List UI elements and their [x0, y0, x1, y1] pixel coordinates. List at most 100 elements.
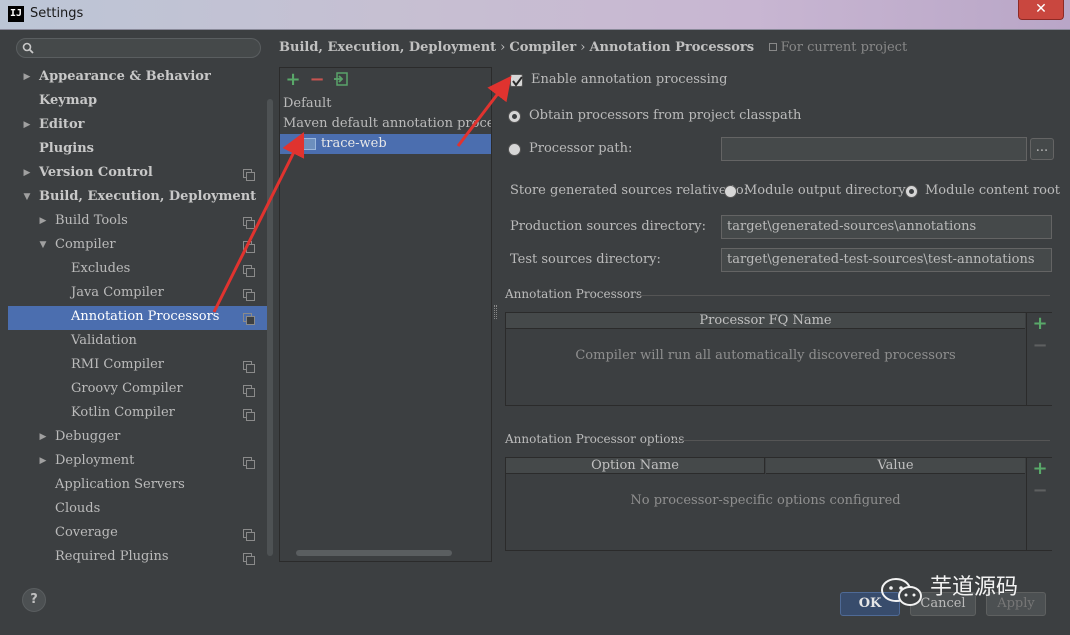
expand-arrow-right-icon[interactable]: ▶ — [22, 114, 32, 136]
option-value-header[interactable]: Value — [766, 458, 1025, 474]
module-content-radio[interactable] — [905, 185, 918, 198]
test-sources-label: Test sources directory: — [510, 252, 661, 267]
sidebar-item-excludes[interactable]: Excludes — [8, 258, 270, 282]
search-input[interactable] — [16, 38, 261, 58]
move-to-profile-button[interactable] — [332, 71, 350, 89]
profiles-horizontal-scrollbar[interactable] — [296, 550, 452, 556]
breadcrumb-build[interactable]: Build, Execution, Deployment — [279, 40, 496, 55]
add-processor-button[interactable]: + — [1027, 313, 1053, 334]
sidebar-item-build-execution-deployment[interactable]: ▼ Build, Execution, Deployment — [8, 186, 270, 210]
sidebar-item-label: Appearance & Behavior — [39, 69, 211, 84]
processor-fq-name-header[interactable]: Processor FQ Name — [506, 313, 1025, 329]
sidebar-item-label: RMI Compiler — [71, 357, 165, 372]
sidebar-item-kotlin-compiler[interactable]: Kotlin Compiler — [8, 402, 270, 426]
title-bar: IJ Settings ✕ — [0, 0, 1070, 30]
scope-label: For current project — [768, 40, 907, 55]
processor-path-field[interactable] — [721, 137, 1027, 161]
sidebar-item-application-servers[interactable]: Application Servers — [8, 474, 270, 498]
module-icon — [302, 138, 316, 150]
window-title: Settings — [30, 6, 84, 21]
sidebar-item-deployment[interactable]: ▶ Deployment — [8, 450, 270, 474]
sidebar-item-label: Compiler — [55, 237, 116, 252]
remove-profile-button[interactable]: − — [308, 71, 326, 89]
profile-item-trace-web[interactable]: trace-web — [280, 134, 491, 154]
profiles-toolbar: + − — [280, 68, 493, 94]
remove-processor-button[interactable]: − — [1027, 335, 1053, 356]
project-settings-icon — [243, 313, 255, 325]
profiles-panel: + − Default Maven default annotation pro… — [279, 67, 492, 562]
project-settings-icon — [243, 265, 255, 277]
options-empty-text: No processor-specific options configured — [630, 493, 901, 508]
add-profile-button[interactable]: + — [284, 71, 302, 89]
sidebar-item-clouds[interactable]: Clouds — [8, 498, 270, 522]
breadcrumb-separator: › — [500, 40, 506, 55]
sidebar-item-label: Build Tools — [55, 213, 128, 228]
profile-item-default[interactable]: Default — [283, 94, 491, 114]
expand-arrow-right-icon[interactable]: ▶ — [22, 66, 32, 88]
project-scope-icon — [768, 43, 777, 51]
obtain-from-classpath-radio[interactable] — [508, 110, 521, 123]
sidebar-item-required-plugins[interactable]: Required Plugins — [8, 546, 270, 570]
browse-button[interactable]: ... — [1030, 138, 1054, 160]
tree-scrollbar[interactable] — [267, 99, 273, 556]
sidebar-item-java-compiler[interactable]: Java Compiler — [8, 282, 270, 306]
sidebar-item-label: Build, Execution, Deployment — [39, 189, 257, 204]
sidebar-item-appearance-behavior[interactable]: ▶ Appearance & Behavior — [8, 66, 270, 90]
add-option-button[interactable]: + — [1027, 458, 1053, 479]
sidebar-item-build-tools[interactable]: ▶ Build Tools — [8, 210, 270, 234]
project-settings-icon — [243, 169, 255, 181]
test-sources-field[interactable]: target\generated-test-sources\test-annot… — [721, 248, 1052, 272]
intellij-app-icon: IJ — [8, 6, 24, 22]
options-side-toolbar: + − — [1026, 458, 1052, 550]
sidebar-item-plugins[interactable]: Plugins — [8, 138, 270, 162]
enable-annotation-checkbox[interactable] — [510, 74, 523, 87]
breadcrumb-annotation-processors: Annotation Processors — [589, 40, 755, 55]
sidebar-item-label: Required Plugins — [55, 549, 169, 564]
sidebar-item-compiler[interactable]: ▼ Compiler — [8, 234, 270, 258]
project-settings-icon — [243, 529, 255, 541]
project-settings-icon — [243, 409, 255, 421]
sidebar-item-groovy-compiler[interactable]: Groovy Compiler — [8, 378, 270, 402]
wechat-logo-icon — [881, 578, 922, 606]
sidebar-item-label: Excludes — [71, 261, 131, 276]
move-module-icon — [334, 72, 348, 86]
profile-item-maven-default[interactable]: Maven default annotation processors — [283, 114, 491, 134]
option-name-header[interactable]: Option Name — [506, 458, 765, 474]
sidebar-item-annotation-processors[interactable]: Annotation Processors — [8, 306, 270, 330]
sidebar-item-label: Plugins — [39, 141, 94, 156]
help-button[interactable]: ? — [22, 588, 46, 612]
breadcrumb-compiler[interactable]: Compiler — [509, 40, 576, 55]
processor-options-table[interactable]: Option Name Value No processor-specific … — [505, 457, 1052, 551]
splitter-handle[interactable] — [494, 305, 497, 319]
processors-side-toolbar: + − — [1026, 313, 1052, 405]
close-button[interactable]: ✕ — [1018, 0, 1064, 20]
remove-option-button[interactable]: − — [1027, 480, 1053, 501]
sidebar-item-label: Version Control — [39, 165, 153, 180]
sidebar-item-version-control[interactable]: ▶ Version Control — [8, 162, 270, 186]
processors-table[interactable]: Processor FQ Name Compiler will run all … — [505, 312, 1052, 406]
sidebar-item-keymap[interactable]: Keymap — [8, 90, 270, 114]
sidebar-item-label: Debugger — [55, 429, 121, 444]
profile-item-label: trace-web — [321, 136, 387, 151]
expand-arrow-down-icon[interactable]: ▼ — [38, 234, 48, 256]
expand-arrow-right-icon[interactable]: ▶ — [22, 162, 32, 184]
sidebar-item-editor[interactable]: ▶ Editor — [8, 114, 270, 138]
sidebar-item-label: Kotlin Compiler — [71, 405, 175, 420]
expand-arrow-right-icon[interactable]: ▶ — [38, 210, 48, 232]
sidebar-item-coverage[interactable]: Coverage — [8, 522, 270, 546]
sidebar-item-rmi-compiler[interactable]: RMI Compiler — [8, 354, 270, 378]
processor-path-label: Processor path: — [529, 141, 633, 156]
expand-arrow-down-icon[interactable]: ▼ — [22, 186, 32, 208]
processor-options-section-title: Annotation Processor options — [505, 432, 685, 446]
project-settings-icon — [243, 361, 255, 373]
watermark: 芋道源码 — [880, 572, 1060, 612]
production-sources-field[interactable]: target\generated-sources\annotations — [721, 215, 1052, 239]
sidebar-item-validation[interactable]: Validation — [8, 330, 270, 354]
expand-arrow-right-icon[interactable]: ▶ — [38, 450, 48, 472]
module-output-radio[interactable] — [724, 185, 737, 198]
breadcrumb: Build, Execution, Deployment › Compiler › An… — [279, 40, 907, 55]
processor-path-radio[interactable] — [508, 143, 521, 156]
sidebar-item-debugger[interactable]: ▶ Debugger — [8, 426, 270, 450]
expand-arrow-right-icon[interactable]: ▶ — [38, 426, 48, 448]
module-content-label: Module content root — [925, 183, 1061, 198]
